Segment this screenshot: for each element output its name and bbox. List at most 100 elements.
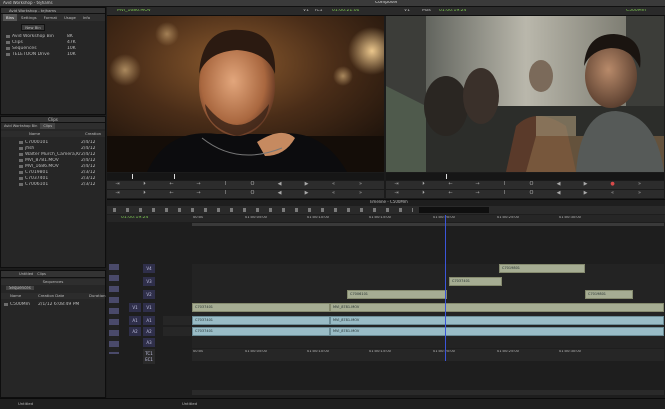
source-ctl-b6[interactable]: O: [250, 190, 255, 197]
tab-clips[interactable]: Clips: [40, 123, 56, 129]
record-ctl-b8[interactable]: ▶: [583, 190, 588, 197]
tab-clips[interactable]: Clips: [37, 271, 46, 277]
record-ctl-b2[interactable]: ⏵: [421, 190, 426, 197]
record-ctl-7[interactable]: ◀: [556, 181, 561, 188]
new-bin-button[interactable]: New Bin: [21, 24, 45, 31]
timeline-playhead[interactable]: [445, 215, 446, 361]
record-ctl-b5[interactable]: I: [502, 190, 507, 197]
tab-bins[interactable]: Bins: [3, 14, 18, 21]
record-position-bar[interactable]: [386, 173, 664, 180]
tab-settings[interactable]: Settings: [18, 14, 40, 21]
clip-v2a[interactable]: C7006101: [347, 290, 447, 299]
list-item[interactable]: C500Mm 2/1/12 6:08:49 PM: [1, 301, 105, 307]
toolbar-buttons[interactable]: [113, 208, 413, 212]
source-ctl-b2[interactable]: ⏵: [142, 190, 147, 197]
source-track-a2[interactable]: A2: [129, 327, 141, 336]
record-ctl-6[interactable]: O: [529, 181, 534, 188]
source-ctl-8[interactable]: ▶: [304, 181, 309, 188]
tab-avid-workshop-bin[interactable]: Avid Workshop Bin: [4, 123, 37, 129]
source-position-bar[interactable]: [107, 173, 384, 180]
tab-info[interactable]: Info: [80, 14, 93, 21]
source-ctl-2[interactable]: ⏵: [142, 181, 147, 188]
clip-v4[interactable]: C7019801: [499, 264, 585, 273]
record-ctl-1[interactable]: ⇥: [394, 181, 399, 188]
tab-untitled[interactable]: Untitled: [19, 271, 33, 277]
track-a1[interactable]: A1: [143, 316, 155, 325]
record-ctl-3[interactable]: ←: [448, 181, 453, 188]
timeline-ruler-top[interactable]: 01:00:19:24 00:00 01:00:05:00 01:00:10:0…: [107, 215, 665, 222]
timeline-overview[interactable]: [192, 223, 664, 226]
record-ctl-8[interactable]: ▶: [583, 181, 588, 188]
source-ctl-b1[interactable]: ⇥: [115, 190, 120, 197]
record-ctl-10[interactable]: »: [637, 181, 642, 188]
source-ctl-b9[interactable]: «: [331, 190, 336, 197]
record-ctl-5[interactable]: I: [502, 181, 507, 188]
source-track-a1[interactable]: A1: [129, 316, 141, 325]
record-ctl-b10[interactable]: »: [637, 190, 642, 197]
clip-v3[interactable]: C7037401: [449, 277, 502, 286]
record-monitor-video[interactable]: [386, 16, 664, 172]
list-item[interactable]: TELETOON Drive 10K: [3, 51, 103, 57]
track-a2[interactable]: A2: [143, 327, 155, 336]
source-ctl-3[interactable]: ←: [169, 181, 174, 188]
source-ctl-b10[interactable]: »: [358, 190, 363, 197]
source-position-marker[interactable]: [132, 174, 133, 179]
source-ctl-7[interactable]: ◀: [277, 181, 282, 188]
clip-v2b[interactable]: C7019801: [585, 290, 633, 299]
column-creation[interactable]: Creation: [85, 132, 101, 136]
source-ctl-b4[interactable]: →: [196, 190, 201, 197]
source-ctl-5[interactable]: I: [223, 181, 228, 188]
record-ctl-b1[interactable]: ⇥: [394, 190, 399, 197]
clip-a2b[interactable]: MVI_8781.MOV: [330, 327, 664, 336]
source-ctl-1[interactable]: ⇥: [115, 181, 120, 188]
record-ctl-4[interactable]: →: [475, 181, 480, 188]
project-window: Avid Workshop - tejhams Bins Settings Fo…: [0, 7, 106, 115]
track-patch-strip[interactable]: [109, 264, 119, 354]
source-ctl-b3[interactable]: ←: [169, 190, 174, 197]
clip-a2a[interactable]: C7037401: [192, 327, 330, 336]
tab-format[interactable]: Format: [41, 14, 60, 21]
status-timeline-untitled[interactable]: Untitled: [182, 402, 197, 406]
source-ctl-9[interactable]: «: [331, 181, 336, 188]
tab-usage[interactable]: Usage: [61, 14, 79, 21]
column-name[interactable]: Name: [10, 294, 21, 298]
title-bar-center: Composer: [375, 1, 398, 5]
source-ctl-b7[interactable]: ◀: [277, 190, 282, 197]
source-position-marker-2[interactable]: [174, 174, 175, 179]
source-track-v1[interactable]: V1: [129, 303, 141, 312]
source-clip-name[interactable]: MVI_1686.MOV: [117, 9, 151, 14]
tab-sequences[interactable]: Sequences: [6, 286, 34, 290]
track-v2[interactable]: V2: [143, 290, 155, 299]
column-name[interactable]: Name: [29, 132, 40, 136]
record-position-marker[interactable]: [446, 174, 447, 179]
list-item[interactable]: C7006101 2/3/12: [1, 181, 105, 187]
record-ctl-b3[interactable]: ←: [448, 190, 453, 197]
record-ctl-b9[interactable]: «: [610, 190, 615, 197]
clip-v1a[interactable]: C7037401: [192, 303, 330, 312]
record-ctl-b4[interactable]: →: [475, 190, 480, 197]
column-creation-date[interactable]: Creation Date: [38, 294, 64, 298]
record-ctl-9[interactable]: ●: [610, 181, 615, 188]
timeline-scrollbar[interactable]: [192, 390, 664, 395]
clip-a1a[interactable]: C7037401: [192, 316, 330, 325]
record-ctl-b6[interactable]: O: [529, 190, 534, 197]
source-ctl-4[interactable]: →: [196, 181, 201, 188]
record-sequence-name[interactable]: C500Mm: [626, 9, 646, 14]
record-ctl-2[interactable]: ⏵: [421, 181, 426, 188]
track-ec1[interactable]: EC1: [143, 355, 155, 364]
column-duration[interactable]: Duration: [89, 294, 106, 298]
timeline-track-area[interactable]: C7019801 C7037401 C7006101 C7019801 C703…: [192, 264, 664, 348]
source-ctl-10[interactable]: »: [358, 181, 363, 188]
record-ctl-b7[interactable]: ◀: [556, 190, 561, 197]
track-v3[interactable]: V3: [143, 277, 155, 286]
track-a3[interactable]: A3: [143, 338, 155, 347]
clip-v1b[interactable]: MVI_8781.MOV: [330, 303, 664, 312]
status-bin-untitled[interactable]: Untitled: [18, 402, 33, 406]
source-ctl-b5[interactable]: I: [223, 190, 228, 197]
clip-a1b[interactable]: MVI_8781.MOV: [330, 316, 664, 325]
track-v4[interactable]: V4: [143, 264, 155, 273]
track-v1[interactable]: V1: [143, 303, 155, 312]
source-ctl-6[interactable]: O: [250, 181, 255, 188]
source-ctl-b8[interactable]: ▶: [304, 190, 309, 197]
source-monitor-video[interactable]: [107, 16, 384, 172]
